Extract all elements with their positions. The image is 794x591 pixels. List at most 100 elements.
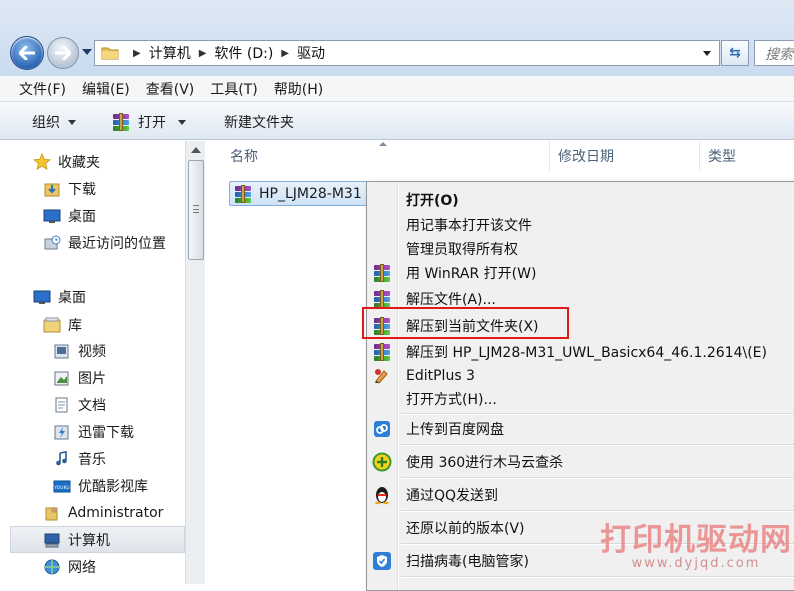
nav-desktop-favorite[interactable]: 桌面 [43,204,96,228]
ctx-extract-to-folder[interactable]: 解压到 HP_LJM28-M31_UWL_Basicx64_46.1.2614\… [369,339,794,364]
ctx-upload-baidu[interactable]: 上传到百度网盘 [369,416,794,441]
recent-pages-dropdown[interactable] [82,49,92,55]
ctx-notepad-label: 用记事本打开该文件 [406,217,532,234]
menu-help[interactable]: 帮助(H) [274,79,323,99]
ctx-360-scan[interactable]: 使用 360进行木马云查杀 [369,449,794,474]
shield-icon [372,551,392,571]
ctx-restore-versions[interactable]: 还原以前的版本(V) [369,515,794,540]
ctx-editplus-label: EditPlus 3 [406,367,475,384]
nav-documents[interactable]: 文档 [53,393,106,417]
navigation-pane: 收藏夹 下载 桌面 最近访问的位置 桌面 库 视频 图片 文档 迅雷下载 音乐 … [0,141,205,584]
file-item[interactable]: HP_LJM28-M31 [229,181,379,206]
open-button[interactable]: 打开 [112,112,186,132]
ctx-open-winrar[interactable]: 用 WinRAR 打开(W) [369,260,794,285]
youku-badge: YOUKU [53,485,69,491]
document-library-icon [53,396,71,414]
column-name-label: 名称 [230,149,258,165]
nav-libraries[interactable]: 库 [43,313,82,337]
nav-scrollbar[interactable] [185,141,205,584]
video-library-icon [53,342,71,360]
refresh-button[interactable]: ⇆ [721,40,749,66]
breadcrumb-separator[interactable]: ▶ [199,48,207,59]
360-security-icon [372,452,392,472]
winrar-archive-icon [234,184,254,203]
winrar-icon [372,342,392,362]
back-button[interactable] [10,36,44,70]
ctx-editplus[interactable]: EditPlus 3 [369,363,794,388]
nav-computer-label: 计算机 [68,533,110,549]
nav-network[interactable]: 网络 [43,555,96,579]
breadcrumb-drive-d[interactable]: 软件 (D:) [214,43,273,63]
nav-music-label: 音乐 [78,452,106,468]
organize-button[interactable]: 组织 [32,112,76,132]
column-modified-label: 修改日期 [558,149,614,165]
nav-pictures[interactable]: 图片 [53,366,106,390]
nav-network-label: 网络 [68,560,96,576]
address-path-box[interactable]: ▶ 计算机 ▶ 软件 (D:) ▶ 驱动 [94,40,720,66]
nav-desktop[interactable]: 桌面 [33,285,86,309]
winrar-icon [112,113,130,131]
nav-downloads[interactable]: 下载 [43,177,96,201]
nav-thunder-label: 迅雷下载 [78,425,134,441]
ctx-extract-label: 解压文件(A)... [406,291,496,308]
menu-view[interactable]: 查看(V) [146,79,195,99]
computer-icon [43,531,61,549]
nav-music[interactable]: 音乐 [53,447,106,471]
nav-pictures-label: 图片 [78,371,106,387]
command-bar: 组织 打开 新建文件夹 [0,102,794,140]
editplus-icon [372,366,392,386]
menu-edit[interactable]: 编辑(E) [82,79,130,99]
column-header-modified[interactable]: 修改日期 [550,141,700,171]
nav-videos[interactable]: 视频 [53,339,106,363]
annotation-highlight-box [362,307,569,339]
ctx-take-ownership[interactable]: 管理员取得所有权 [369,236,794,261]
menu-file[interactable]: 文件(F) [19,79,66,99]
user-folder-icon [43,504,61,522]
ctx-open-label: 打开(O) [406,192,459,209]
nav-documents-label: 文档 [78,398,106,414]
ctx-open[interactable]: 打开(O) [369,187,794,212]
refresh-icon: ⇆ [729,45,741,61]
nav-thunder-downloads[interactable]: 迅雷下载 [53,420,134,444]
column-type-label: 类型 [708,149,736,165]
nav-youku[interactable]: YOUKU 优酷影视库 [53,474,148,498]
nav-recent-places[interactable]: 最近访问的位置 [43,231,166,255]
scroll-up-icon[interactable] [191,147,201,153]
breadcrumb-separator[interactable]: ▶ [133,48,141,59]
ctx-virus-scan-label: 扫描病毒(电脑管家) [406,553,529,570]
ctx-360-label: 使用 360进行木马云查杀 [406,454,564,471]
nav-computer[interactable]: 计算机 [43,528,110,552]
search-input[interactable]: 搜索 [754,40,794,66]
ctx-virus-scan[interactable]: 扫描病毒(电脑管家) [369,548,794,573]
nav-admin-label: Administrator [68,505,164,521]
nav-administrator[interactable]: Administrator [43,501,163,525]
nav-youku-label: 优酷影视库 [78,479,148,495]
ctx-open-notepad[interactable]: 用记事本打开该文件 [369,212,794,237]
nav-favorites[interactable]: 收藏夹 [33,150,100,174]
menu-tools[interactable]: 工具(T) [210,79,257,99]
ctx-ownership-label: 管理员取得所有权 [406,241,518,258]
breadcrumb-separator[interactable]: ▶ [281,48,289,59]
scrollbar-thumb[interactable] [188,160,204,260]
column-header-name[interactable]: 名称 [222,141,550,171]
ctx-qq-label: 通过QQ发送到 [406,487,499,504]
address-history-dropdown[interactable] [703,51,711,56]
breadcrumb-drivers[interactable]: 驱动 [297,43,325,63]
thunder-library-icon [53,423,71,441]
address-bar: ▶ 计算机 ▶ 软件 (D:) ▶ 驱动 ⇆ 搜索 [0,0,794,76]
breadcrumb-computer[interactable]: 计算机 [149,43,191,63]
chevron-down-icon [68,119,76,125]
ctx-separator [401,413,794,415]
nav-libraries-label: 库 [68,318,82,334]
new-folder-button[interactable]: 新建文件夹 [224,112,294,132]
arrow-left-icon [19,46,35,60]
organize-label: 组织 [32,115,60,131]
context-menu: 打开(O) 用记事本打开该文件 管理员取得所有权 用 WinRAR 打开(W) … [366,181,794,591]
ctx-send-qq[interactable]: 通过QQ发送到 [369,482,794,507]
column-header-type[interactable]: 类型 [700,141,794,171]
nav-desktop-label: 桌面 [58,290,86,306]
desktop-icon [33,288,51,306]
forward-button[interactable] [47,37,79,69]
ctx-open-with[interactable]: 打开方式(H)... [369,386,794,411]
nav-videos-label: 视频 [78,344,106,360]
